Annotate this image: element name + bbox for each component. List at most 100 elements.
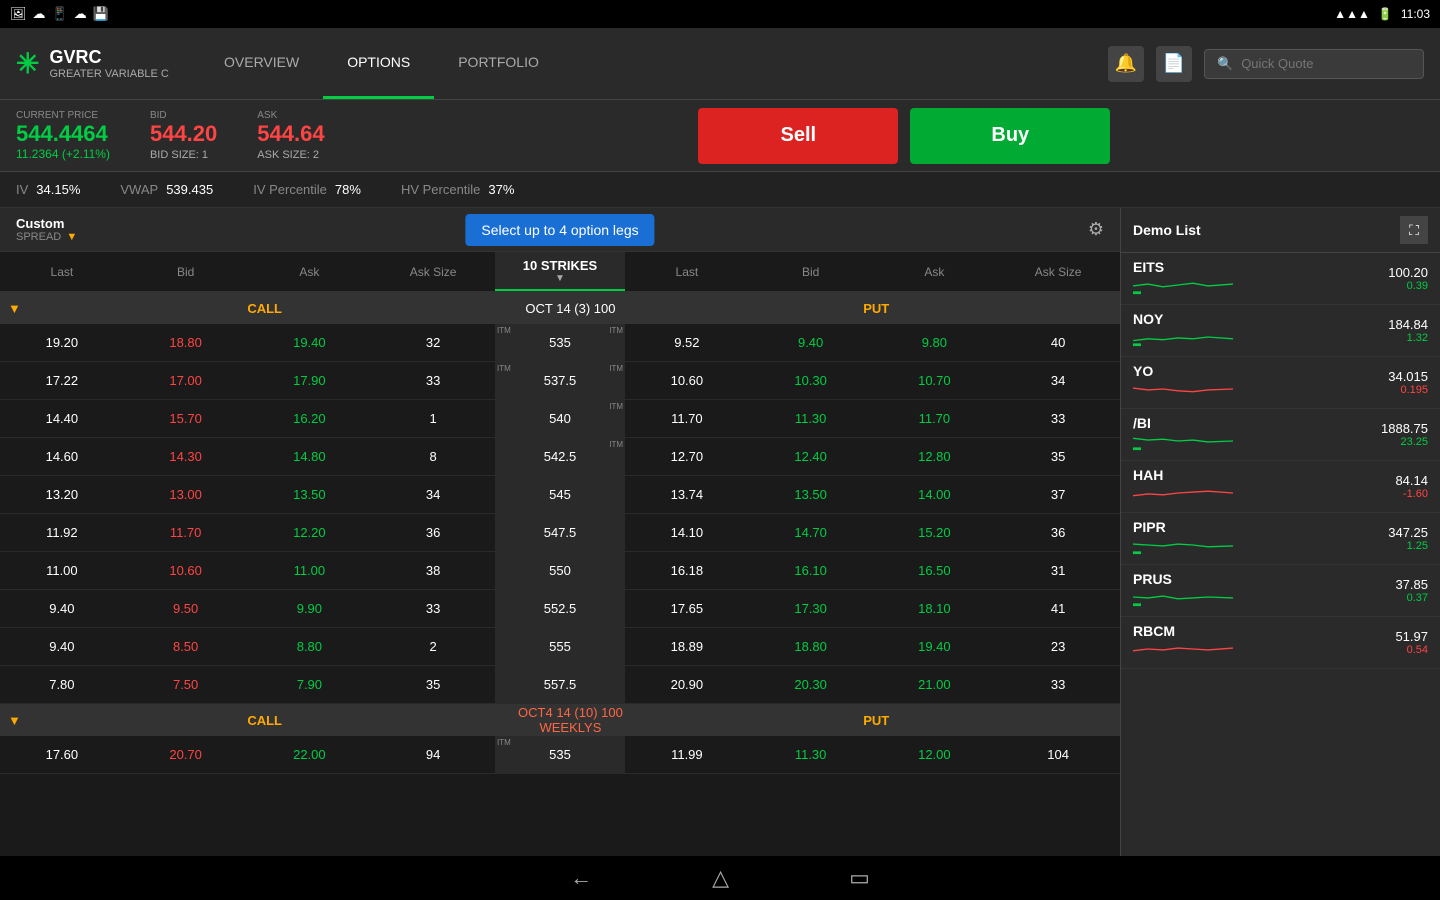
put-side: 11.99 11.30 12.00 104 [625, 747, 1120, 762]
strike-cell[interactable]: ITM 537.5 ITM [495, 362, 625, 399]
call-side: 19.20 18.80 19.40 32 [0, 335, 495, 350]
table-row[interactable]: 17.60 20.70 22.00 94 ITM 535 11.99 11.30… [0, 736, 1120, 774]
watchlist-symbol: YO [1133, 363, 1388, 379]
call-last: 14.60 [0, 449, 124, 464]
home-button[interactable]: △ [712, 865, 729, 891]
call-asksize-header: Ask Size [388, 265, 478, 279]
call-bid: 15.70 [124, 411, 248, 426]
put-side: 16.18 16.10 16.50 31 [625, 563, 1120, 578]
logo-icon: ✳ [16, 47, 39, 80]
call-side: 9.40 9.50 9.90 33 [0, 601, 495, 616]
strike-cell[interactable]: 545 [495, 476, 625, 513]
expiry-call-label: CALL [29, 713, 501, 728]
put-side: 10.60 10.30 10.70 34 [625, 373, 1120, 388]
strike-cell[interactable]: 540 ITM [495, 400, 625, 437]
table-row[interactable]: 19.20 18.80 19.40 32 ITM 535 ITM 9.52 9.… [0, 324, 1120, 362]
table-row[interactable]: 9.40 8.50 8.80 2 555 18.89 18.80 19.40 2… [0, 628, 1120, 666]
settings-button[interactable]: ⚙ [1088, 219, 1104, 240]
expiry-row[interactable]: ▼ CALL OCT 14 (3) 100 PUT [0, 292, 1120, 324]
tab-portfolio[interactable]: PORTFOLIO [434, 28, 563, 99]
document-button[interactable]: 📄 [1156, 46, 1192, 82]
status-icon-5: 💾 [93, 6, 109, 22]
table-row[interactable]: 14.40 15.70 16.20 1 540 ITM 11.70 11.30 … [0, 400, 1120, 438]
table-row[interactable]: 13.20 13.00 13.50 34 545 13.74 13.50 14.… [0, 476, 1120, 514]
put-ask: 19.40 [873, 639, 997, 654]
call-asksize: 8 [371, 449, 495, 464]
header: ✳ GVRC GREATER VARIABLE C OVERVIEW OPTIO… [0, 28, 1440, 100]
spread-subtitle: SPREAD ▼ [16, 231, 77, 243]
call-last: 17.22 [0, 373, 124, 388]
put-bid: 17.30 [749, 601, 873, 616]
put-ask: 11.70 [873, 411, 997, 426]
table-row[interactable]: 7.80 7.50 7.90 35 557.5 20.90 20.30 21.0… [0, 666, 1120, 704]
table-row[interactable]: 14.60 14.30 14.80 8 542.5 ITM 12.70 12.4… [0, 438, 1120, 476]
put-last: 18.89 [625, 639, 749, 654]
table-row[interactable]: 11.92 11.70 12.20 36 547.5 14.10 14.70 1… [0, 514, 1120, 552]
strike-cell[interactable]: ITM 535 [495, 736, 625, 773]
watchlist-item[interactable]: EITS 100.20 0.39 [1121, 253, 1440, 305]
sell-button[interactable]: Sell [698, 108, 898, 164]
put-ask: 16.50 [873, 563, 997, 578]
put-bid: 14.70 [749, 525, 873, 540]
expiry-row[interactable]: ▼ CALL OCT4 14 (10) 100 WEEKLYS PUT [0, 704, 1120, 736]
watchlist-item[interactable]: RBCM 51.97 0.54 [1121, 617, 1440, 669]
watchlist-item[interactable]: PRUS 37.85 0.37 [1121, 565, 1440, 617]
put-side: 11.70 11.30 11.70 33 [625, 411, 1120, 426]
column-headers: Last Bid Ask Ask Size 10 STRIKES ▼ Last … [0, 252, 1120, 292]
strike-cell[interactable]: 550 [495, 552, 625, 589]
watchlist-left: PIPR [1133, 519, 1388, 558]
watchlist-item[interactable]: /BI 1888.75 23.25 [1121, 409, 1440, 461]
status-icon-1: 🖼 [10, 6, 27, 22]
watchlist-change: 1.32 [1388, 332, 1428, 344]
table-row[interactable]: 9.40 9.50 9.90 33 552.5 17.65 17.30 18.1… [0, 590, 1120, 628]
watchlist-item[interactable]: PIPR 347.25 1.25 [1121, 513, 1440, 565]
strike-cell[interactable]: 555 [495, 628, 625, 665]
quick-quote-input[interactable] [1241, 56, 1417, 71]
status-right: ▲▲▲ 🔋 11:03 [1334, 7, 1430, 21]
call-bid: 13.00 [124, 487, 248, 502]
call-asksize: 94 [371, 747, 495, 762]
call-ask: 11.00 [248, 563, 372, 578]
buy-button[interactable]: Buy [910, 108, 1110, 164]
watchlist-change: 0.54 [1395, 644, 1428, 656]
put-column-headers: Last Bid Ask Ask Size [625, 265, 1120, 279]
info-bar: IV 34.15% VWAP 539.435 IV Percentile 78%… [0, 172, 1440, 208]
strikes-header[interactable]: 10 STRIKES ▼ [495, 252, 625, 291]
put-bid-header: Bid [766, 265, 856, 279]
iv-percentile-item: IV Percentile 78% [253, 182, 361, 197]
select-legs-button[interactable]: Select up to 4 option legs [465, 214, 654, 246]
put-bid: 12.40 [749, 449, 873, 464]
watchlist-right: 51.97 0.54 [1395, 629, 1428, 656]
current-price-section: CURRENT PRICE 544.4464 11.2364 (+2.11%) [16, 110, 110, 161]
back-button[interactable]: ← [570, 865, 592, 891]
table-row[interactable]: 11.00 10.60 11.00 38 550 16.18 16.10 16.… [0, 552, 1120, 590]
strike-cell[interactable]: 552.5 [495, 590, 625, 627]
watchlist-item[interactable]: NOY 184.84 1.32 [1121, 305, 1440, 357]
call-side: 11.92 11.70 12.20 36 [0, 525, 495, 540]
put-last: 9.52 [625, 335, 749, 350]
expand-button[interactable]: ⛶ [1400, 216, 1428, 244]
watchlist-symbol: NOY [1133, 311, 1388, 327]
put-asksize-header: Ask Size [1013, 265, 1103, 279]
put-bid: 20.30 [749, 677, 873, 692]
nav-tabs: OVERVIEW OPTIONS PORTFOLIO [200, 28, 563, 99]
call-asksize: 35 [371, 677, 495, 692]
strike-cell[interactable]: 542.5 ITM [495, 438, 625, 475]
watchlist-item[interactable]: YO 34.015 0.195 [1121, 357, 1440, 409]
watchlist-change: 1.25 [1388, 540, 1428, 552]
sparkline [1133, 639, 1233, 659]
recents-button[interactable]: ▭ [849, 865, 870, 891]
watchlist-right: 347.25 1.25 [1388, 525, 1428, 552]
table-row[interactable]: 17.22 17.00 17.90 33 ITM 537.5 ITM 10.60… [0, 362, 1120, 400]
quick-quote-container[interactable]: 🔍 [1204, 49, 1424, 79]
tab-options[interactable]: OPTIONS [323, 28, 434, 99]
put-asksize: 104 [996, 747, 1120, 762]
notification-button[interactable]: 🔔 [1108, 46, 1144, 82]
tab-overview[interactable]: OVERVIEW [200, 28, 323, 99]
strike-cell[interactable]: 547.5 [495, 514, 625, 551]
strike-cell[interactable]: ITM 535 ITM [495, 324, 625, 361]
strike-cell[interactable]: 557.5 [495, 666, 625, 703]
watchlist-right: 37.85 0.37 [1395, 577, 1428, 604]
watchlist-item[interactable]: HAH 84.14 -1.60 [1121, 461, 1440, 513]
watchlist-symbol: HAH [1133, 467, 1395, 483]
